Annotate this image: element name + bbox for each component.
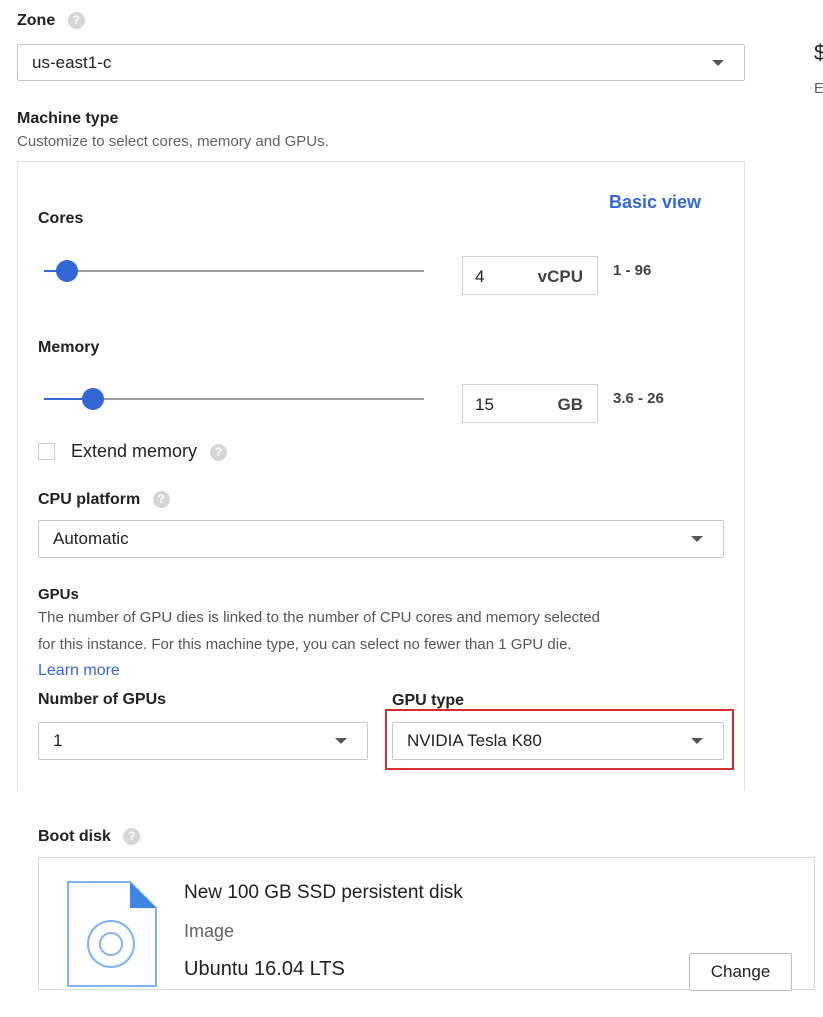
zone-select-value: us-east1-c xyxy=(32,52,112,72)
cpu-platform-value: Automatic xyxy=(53,529,129,548)
cores-slider-track xyxy=(44,270,424,272)
side-panel-subtext: E xyxy=(814,80,823,97)
disk-icon-svg xyxy=(67,881,157,987)
cores-input[interactable]: 4 vCPU xyxy=(462,256,598,295)
gpu-count-select[interactable]: 1 xyxy=(38,722,368,760)
boot-disk-label: Boot disk ? xyxy=(38,828,141,846)
chevron-down-icon xyxy=(335,738,347,744)
side-panel-heading: $ xyxy=(814,40,823,65)
extend-memory-checkbox[interactable] xyxy=(38,443,55,460)
boot-disk-image-label: Image xyxy=(184,921,235,941)
learn-more-link[interactable]: Learn more xyxy=(38,662,120,680)
memory-input-unit: GB xyxy=(557,395,584,414)
machine-type-subtitle: Customize to select cores, memory and GP… xyxy=(17,133,329,150)
change-button[interactable]: Change xyxy=(689,953,792,991)
chevron-down-icon xyxy=(712,59,724,66)
boot-disk-label-text: Boot disk xyxy=(38,828,111,845)
chevron-down-icon xyxy=(691,738,703,744)
extend-memory-text: Extend memory xyxy=(71,441,198,461)
cpu-platform-label-text: CPU platform xyxy=(38,491,141,508)
cores-label: Cores xyxy=(38,210,84,227)
basic-view-link[interactable]: Basic view xyxy=(609,192,701,213)
machine-type-label: Machine type xyxy=(17,110,119,127)
memory-input-value: 15 xyxy=(475,395,494,414)
zone-label: Zone ? xyxy=(17,12,85,30)
cpu-platform-select[interactable]: Automatic xyxy=(38,520,724,558)
gpu-type-label: GPU type xyxy=(392,692,465,709)
cores-slider-thumb[interactable] xyxy=(56,260,78,282)
boot-disk-image-value: Ubuntu 16.04 LTS xyxy=(184,958,345,980)
memory-slider[interactable] xyxy=(44,388,424,410)
zone-select[interactable]: us-east1-c xyxy=(17,44,745,81)
cpu-platform-label: CPU platform ? xyxy=(38,491,170,509)
memory-slider-thumb[interactable] xyxy=(82,388,104,410)
help-icon[interactable]: ? xyxy=(210,443,228,461)
zone-label-text: Zone xyxy=(17,12,56,29)
gpu-count-label: Number of GPUs xyxy=(38,691,167,708)
cores-slider[interactable] xyxy=(44,260,424,282)
gpu-count-value: 1 xyxy=(53,731,63,750)
cores-input-value: 4 xyxy=(475,267,485,286)
help-icon[interactable]: ? xyxy=(152,491,170,509)
gpus-description-line1: The number of GPU dies is linked to the … xyxy=(38,609,600,626)
boot-disk-title: New 100 GB SSD persistent disk xyxy=(184,882,463,903)
extend-memory-label: Extend memory ? xyxy=(71,441,228,462)
disk-icon xyxy=(66,880,158,990)
help-icon[interactable]: ? xyxy=(123,828,141,846)
cores-input-unit: vCPU xyxy=(537,267,583,286)
memory-range: 3.6 - 26 xyxy=(613,390,664,407)
gpus-label: GPUs xyxy=(38,586,79,603)
memory-label: Memory xyxy=(38,339,100,356)
gpu-type-value: NVIDIA Tesla K80 xyxy=(407,731,542,750)
help-icon[interactable]: ? xyxy=(67,12,85,30)
chevron-down-icon xyxy=(691,536,703,542)
cores-range: 1 - 96 xyxy=(613,262,652,279)
gpu-type-select[interactable]: NVIDIA Tesla K80 xyxy=(392,722,724,760)
memory-input[interactable]: 15 GB xyxy=(462,384,598,423)
gpus-description-line2: for this instance. For this machine type… xyxy=(38,636,572,653)
